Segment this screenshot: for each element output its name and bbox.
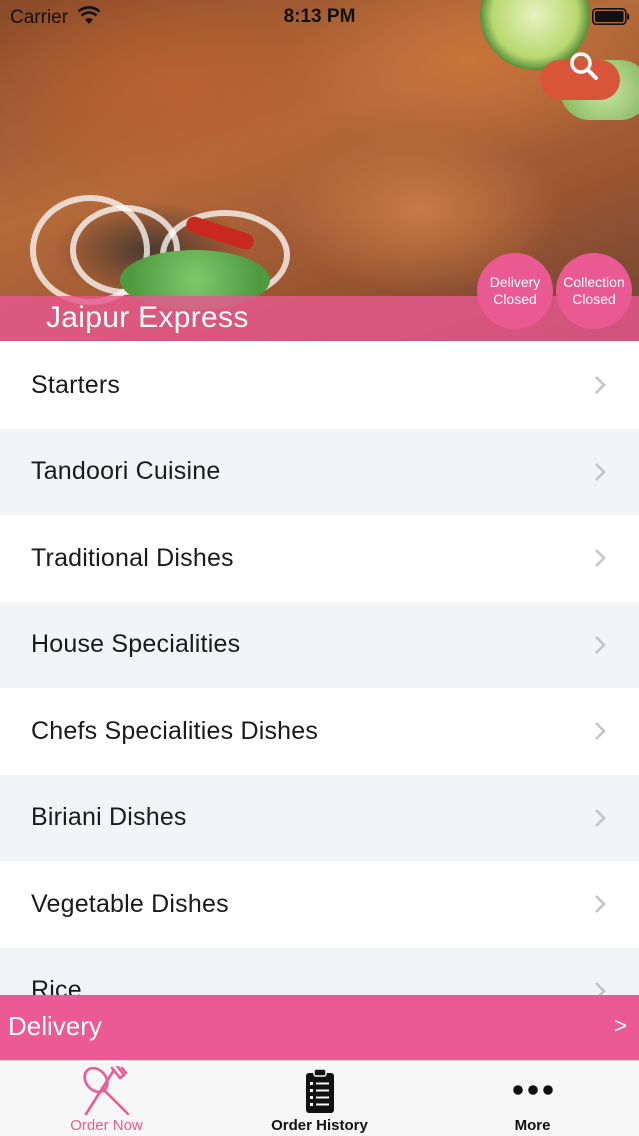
delivery-status-line2: Closed: [493, 291, 537, 307]
delivery-status-line1: Delivery: [489, 274, 541, 290]
clock: 8:13 PM: [283, 6, 356, 27]
menu-item-chefs-specialities-dishes[interactable]: Chefs Specialities Dishes: [0, 688, 639, 775]
delivery-mode-label: Delivery: [8, 1011, 102, 1041]
chevron-right-icon: [595, 549, 606, 568]
collection-status-badge: Collection Closed: [556, 253, 632, 329]
tab-label: More: [514, 1117, 551, 1134]
search-icon[interactable]: [566, 48, 602, 84]
fork-knife-icon: [82, 1066, 129, 1116]
chevron-right-icon: [595, 635, 606, 654]
chevron-right-icon: [595, 462, 606, 481]
tab-order-history[interactable]: Order History: [213, 1061, 426, 1136]
delivery-mode-bar[interactable]: Delivery >: [0, 995, 639, 1060]
menu-item-label: Rice: [31, 976, 82, 995]
collection-status-line1: Collection: [563, 274, 625, 290]
menu-item-traditional-dishes[interactable]: Traditional Dishes: [0, 515, 639, 602]
chevron-right-icon: [595, 981, 606, 995]
tab-order-now[interactable]: Order Now: [0, 1061, 213, 1136]
chevron-right-icon: [595, 376, 606, 395]
chevron-right-icon: [595, 895, 606, 914]
delivery-arrow-icon: >: [614, 1013, 627, 1038]
tab-more[interactable]: More: [426, 1061, 639, 1136]
menu-item-label: Biriani Dishes: [31, 803, 187, 832]
status-bar: Carrier 8:13 PM: [0, 0, 639, 34]
menu-item-label: Starters: [31, 370, 121, 399]
menu-item-label: Vegetable Dishes: [31, 889, 229, 918]
menu-item-starters[interactable]: Starters: [0, 342, 639, 429]
menu-item-tandoori-cuisine[interactable]: Tandoori Cuisine: [0, 428, 639, 515]
menu-item-label: House Specialities: [31, 630, 241, 659]
menu-category-list[interactable]: Starters Tandoori Cuisine Traditional Di…: [0, 342, 639, 995]
menu-item-label: Chefs Specialities Dishes: [31, 716, 319, 745]
menu-item-biriani-dishes[interactable]: Biriani Dishes: [0, 774, 639, 861]
chevron-right-icon: [595, 722, 606, 741]
battery-icon: [592, 8, 630, 25]
tab-label: Order History: [271, 1117, 368, 1134]
chevron-right-icon: [595, 808, 606, 827]
collection-status-line2: Closed: [572, 291, 616, 307]
menu-item-rice[interactable]: Rice: [0, 947, 639, 995]
clipboard-icon: [305, 1068, 334, 1113]
menu-item-label: Traditional Dishes: [31, 543, 234, 572]
menu-item-house-specialities[interactable]: House Specialities: [0, 601, 639, 688]
tab-bar: Order Now Order History More: [0, 1060, 639, 1136]
delivery-status-badge: Delivery Closed: [477, 253, 553, 329]
tab-label: Order Now: [70, 1117, 143, 1134]
more-icon: [512, 1085, 553, 1095]
menu-item-label: Tandoori Cuisine: [31, 457, 221, 486]
restaurant-name: Jaipur Express: [46, 301, 249, 334]
menu-item-vegetable-dishes[interactable]: Vegetable Dishes: [0, 861, 639, 948]
